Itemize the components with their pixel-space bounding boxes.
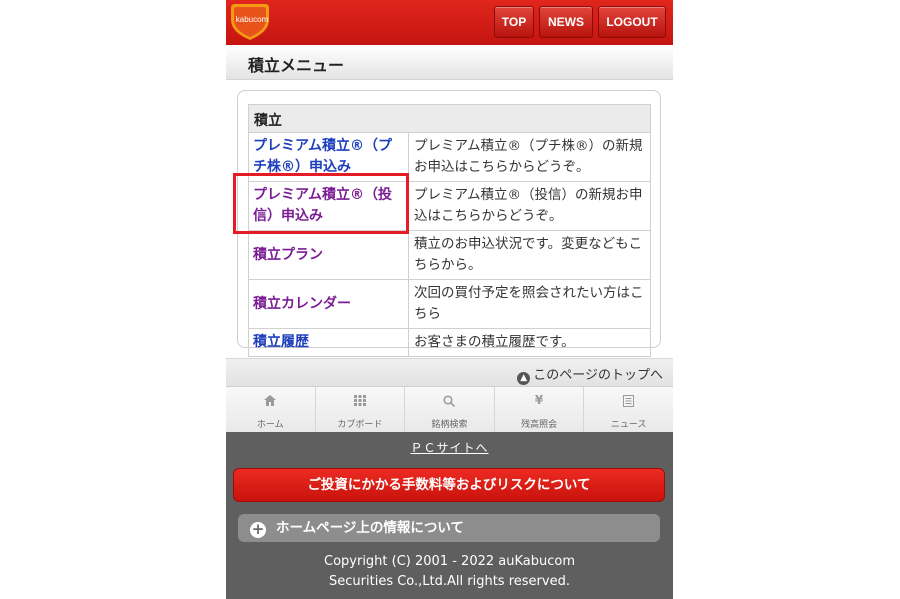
- grid-icon: [316, 395, 405, 409]
- site-info-label: ホームページ上の情報について: [276, 520, 464, 536]
- news-icon: [584, 395, 673, 410]
- yen-icon: ¥: [534, 393, 544, 407]
- nav-label: ニュース: [610, 420, 647, 430]
- nav-label: カブボード: [337, 420, 383, 430]
- bottom-nav: ホーム カブボード 銘柄検索 ¥ 残高照会 ニュース: [226, 386, 673, 432]
- nav-search[interactable]: 銘柄検索: [405, 387, 495, 432]
- home-icon: [226, 395, 315, 409]
- row-description: 次回の買付予定を照会されたい方はこちら: [408, 279, 651, 329]
- nav-label: 残高照会: [521, 420, 558, 430]
- top-button[interactable]: TOP: [494, 6, 534, 38]
- calendar-link[interactable]: 積立カレンダー: [253, 296, 351, 312]
- page-title-bar: 積立メニュー: [226, 45, 673, 80]
- nav-home[interactable]: ホーム: [226, 387, 316, 432]
- to-top-link[interactable]: ▲ このページのトップへ: [517, 364, 663, 385]
- plan-link[interactable]: 積立プラン: [253, 247, 323, 263]
- to-top-bar: ▲ このページのトップへ: [226, 358, 673, 386]
- header-bar: kabucom TOP NEWS LOGOUT: [226, 0, 673, 45]
- row-description: プレミアム積立®（投信）の新規お申込はこちらからどうぞ。: [408, 181, 651, 231]
- row-description: プレミアム積立®（プチ株®）の新規お申込はこちらからどうぞ。: [408, 132, 651, 182]
- kabucom-logo[interactable]: kabucom: [228, 2, 272, 42]
- nav-label: 銘柄検索: [431, 420, 468, 430]
- table-header-row: 積立: [248, 104, 651, 133]
- row-description: 積立のお申込状況です。変更などもこちらから。: [408, 230, 651, 280]
- risk-disclosure-button[interactable]: ご投資にかかる手数料等およびリスクについて: [233, 468, 665, 502]
- row-description: お客さまの積立履歴です。: [408, 328, 651, 357]
- plus-icon: +: [250, 520, 266, 538]
- news-button[interactable]: NEWS: [539, 6, 593, 38]
- table-row: 積立カレンダー 次回の買付予定を照会されたい方はこちら: [248, 279, 651, 329]
- nav-news[interactable]: ニュース: [584, 387, 673, 432]
- premium-petit-apply-link[interactable]: プレミアム積立®（プチ株®）申込み: [253, 138, 392, 175]
- mobile-page: kabucom TOP NEWS LOGOUT 積立メニュー 積立 プレミアム積…: [226, 0, 673, 599]
- site-info-toggle[interactable]: + ホームページ上の情報について: [238, 514, 660, 542]
- nav-kabuboard[interactable]: カブボード: [316, 387, 406, 432]
- pc-site-link[interactable]: ＰＣサイトへ: [226, 439, 673, 456]
- nav-balance[interactable]: ¥ 残高照会: [495, 387, 585, 432]
- table-row: 積立履歴 お客さまの積立履歴です。: [248, 328, 651, 357]
- copyright-line-2: Securities Co.,Ltd.All rights reserved.: [329, 574, 570, 589]
- arrow-up-icon: ▲: [517, 372, 531, 385]
- nav-label: ホーム: [256, 420, 284, 430]
- logout-button[interactable]: LOGOUT: [598, 6, 666, 38]
- page-title: 積立メニュー: [248, 56, 345, 75]
- table-row: 積立プラン 積立のお申込状況です。変更などもこちらから。: [248, 230, 651, 280]
- copyright-line-1: Copyright (C) 2001 - 2022 auKabucom: [324, 554, 575, 569]
- to-top-label: このページのトップへ: [533, 368, 663, 383]
- search-icon: [405, 395, 494, 410]
- highlight-box: [233, 173, 409, 234]
- footer: ＰＣサイトへ ご投資にかかる手数料等およびリスクについて + ホームページ上の情報…: [226, 432, 673, 599]
- history-link[interactable]: 積立履歴: [253, 334, 309, 350]
- copyright: Copyright (C) 2001 - 2022 auKabucom Secu…: [226, 552, 673, 592]
- section-header: 積立: [248, 104, 651, 133]
- logo-text: kabucom: [235, 15, 269, 24]
